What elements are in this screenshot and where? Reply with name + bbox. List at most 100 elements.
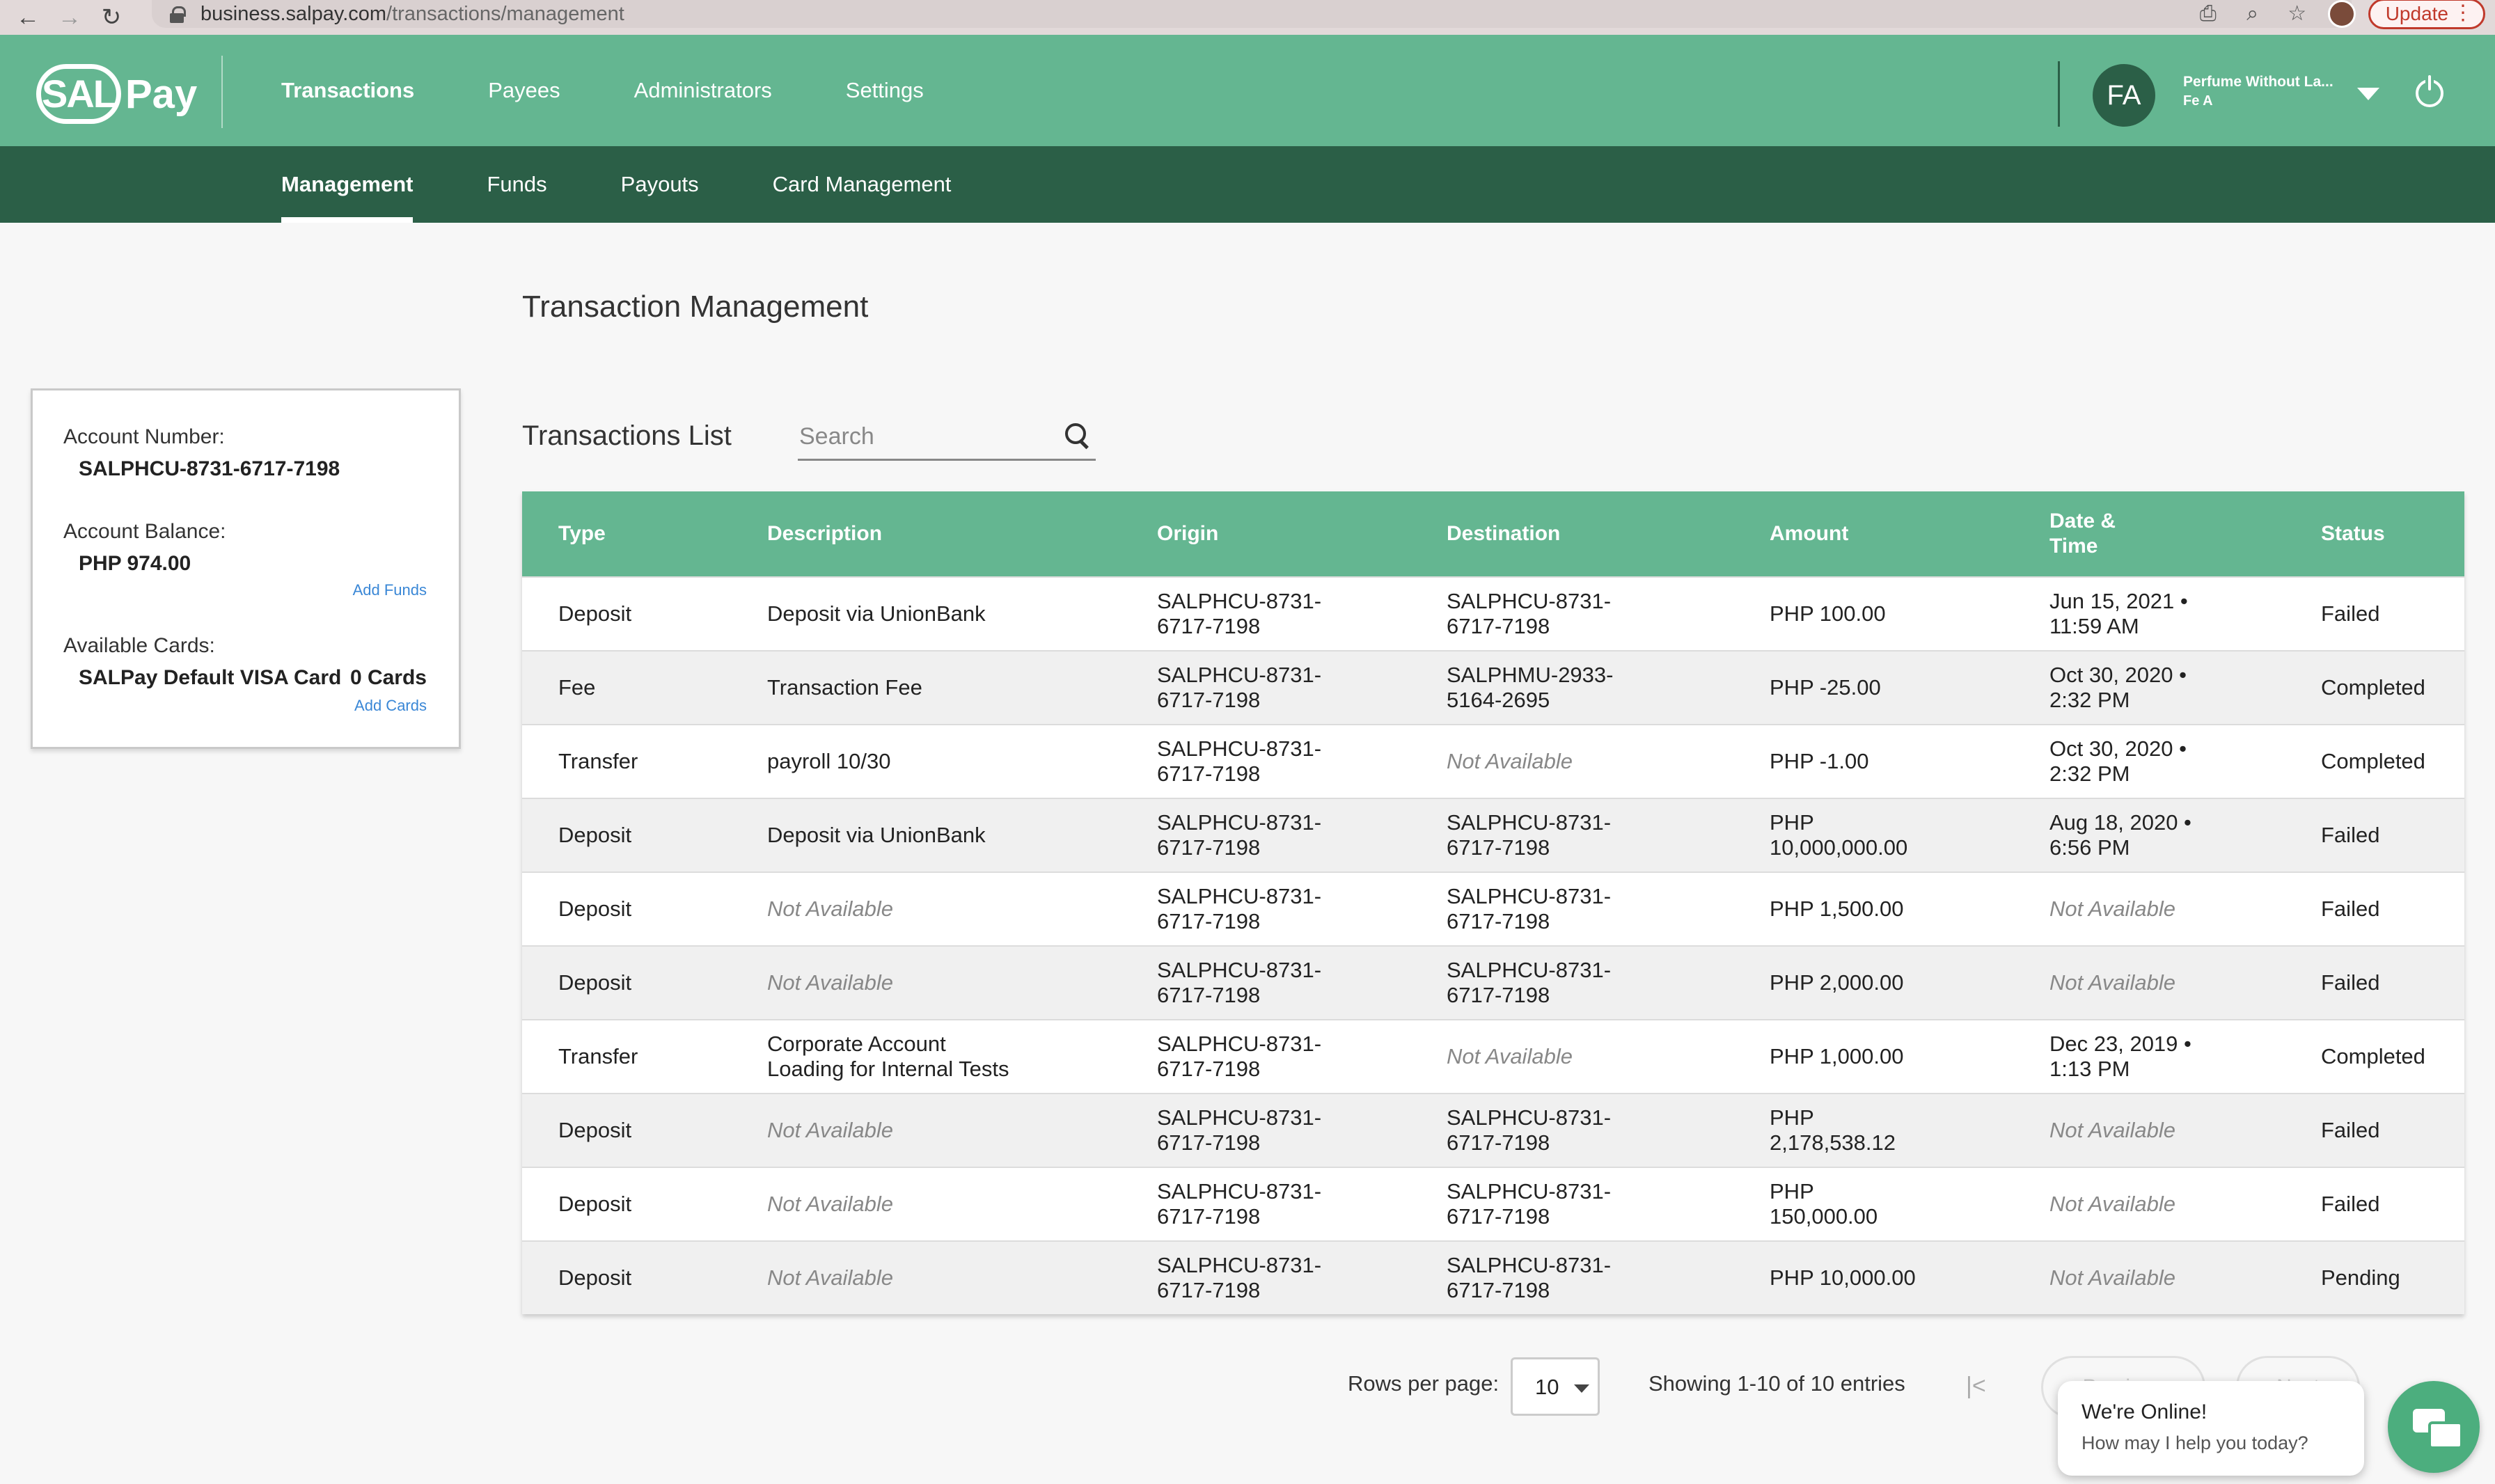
cell-date-time: Jun 15, 2021 • 11:59 AM — [2049, 589, 2188, 638]
update-button[interactable]: Update — [2368, 0, 2485, 29]
first-page-icon[interactable]: |< — [1966, 1373, 1986, 1400]
cell-status: Failed — [2321, 897, 2380, 921]
nav-payees[interactable]: Payees — [488, 78, 560, 103]
account-balance: PHP 974.00 — [79, 552, 191, 575]
cell-destination: SALPHMU-2933- 5164-2695 — [1447, 663, 1614, 712]
cell-date-time: Not Available — [2049, 1192, 2175, 1216]
add-funds-link[interactable]: Add Funds — [353, 581, 427, 599]
chevron-down-icon[interactable] — [2357, 88, 2379, 100]
card-count: 0 Cards — [349, 666, 427, 689]
forward-icon[interactable]: → — [56, 3, 84, 31]
tab-payouts[interactable]: Payouts — [621, 146, 699, 223]
col-status[interactable]: Status — [2321, 491, 2385, 576]
account-number-label: Account Number: — [63, 425, 225, 448]
chat-icon[interactable] — [2388, 1381, 2480, 1473]
rows-per-page-select[interactable]: 10 — [1511, 1357, 1600, 1416]
cell-origin: SALPHCU-8731- 6717-7198 — [1157, 1179, 1322, 1229]
showing-entries: Showing 1-10 of 10 entries — [1648, 1371, 1905, 1396]
address-bar[interactable]: business.salpay.com/transactions/managem… — [152, 0, 2352, 28]
col-destination[interactable]: Destination — [1447, 491, 1697, 576]
col-description[interactable]: Description — [767, 491, 1115, 576]
salpay-logo[interactable]: SAL Pay — [36, 64, 197, 124]
table-row[interactable]: Deposit Not Available SALPHCU-8731- 6717-7… — [522, 871, 2464, 945]
cell-type: Deposit — [558, 897, 632, 921]
col-date-time[interactable]: Date & Time — [2049, 491, 2258, 576]
tab-card-management[interactable]: Card Management — [773, 146, 952, 223]
table-row[interactable]: Deposit Deposit via UnionBank SALPHCU-8731… — [522, 798, 2464, 871]
cell-description: Not Available — [767, 1265, 893, 1290]
tab-management[interactable]: Management — [281, 146, 414, 223]
account-card: Account Number: SALPHCU-8731-6717-7198 A… — [31, 388, 461, 749]
page-title: Transaction Management — [522, 290, 869, 324]
cell-amount: PHP -1.00 — [1770, 749, 1869, 773]
cell-description: Not Available — [767, 1118, 893, 1142]
back-icon[interactable]: ← — [14, 3, 42, 31]
cell-description: Not Available — [767, 970, 893, 995]
cell-type: Deposit — [558, 601, 632, 626]
cell-origin: SALPHCU-8731- 6717-7198 — [1157, 663, 1322, 712]
profile-avatar-icon[interactable] — [2327, 0, 2356, 28]
sub-nav: Management Funds Payouts Card Management — [281, 146, 1025, 223]
nav-settings[interactable]: Settings — [846, 78, 924, 103]
cell-amount: PHP 150,000.00 — [1770, 1179, 1878, 1229]
nav-administrators[interactable]: Administrators — [634, 78, 772, 103]
table-row[interactable]: Fee Transaction Fee SALPHCU-8731- 6717-719… — [522, 650, 2464, 724]
search-input[interactable]: Search — [798, 418, 1096, 461]
table-row[interactable]: Transfer payroll 10/30 SALPHCU-8731- 6717-… — [522, 724, 2464, 798]
search-placeholder: Search — [799, 423, 874, 450]
cell-destination: SALPHCU-8731- 6717-7198 — [1447, 1105, 1612, 1155]
install-icon[interactable]: ⎙ — [2194, 0, 2222, 28]
search-icon[interactable] — [1065, 423, 1089, 447]
add-cards-link[interactable]: Add Cards — [354, 697, 427, 715]
cell-type: Deposit — [558, 1118, 632, 1142]
cell-description: Not Available — [767, 897, 893, 921]
user-avatar[interactable]: FA — [2093, 64, 2155, 127]
table-header: Type Description Origin Destination Amou… — [522, 491, 2464, 576]
col-type[interactable]: Type — [558, 491, 606, 576]
cell-status: Completed — [2321, 675, 2425, 700]
reload-icon[interactable]: ↻ — [97, 3, 125, 31]
cell-description: Deposit via UnionBank — [767, 823, 986, 847]
cell-status: Failed — [2321, 1118, 2380, 1142]
table-row[interactable]: Deposit Not Available SALPHCU-8731- 6717-7… — [522, 1240, 2464, 1314]
rows-per-page-value: 10 — [1535, 1375, 1559, 1399]
tab-funds[interactable]: Funds — [487, 146, 546, 223]
cell-description: Transaction Fee — [767, 675, 922, 700]
cell-status: Failed — [2321, 823, 2380, 847]
cell-origin: SALPHCU-8731- 6717-7198 — [1157, 1253, 1322, 1302]
nav-transactions[interactable]: Transactions — [281, 78, 414, 103]
cell-type: Deposit — [558, 1192, 632, 1216]
zoom-icon[interactable]: ⌕ — [2239, 0, 2267, 28]
power-icon[interactable] — [2416, 74, 2443, 107]
cell-destination: SALPHCU-8731- 6717-7198 — [1447, 884, 1612, 933]
lock-icon — [170, 6, 186, 23]
cell-origin: SALPHCU-8731- 6717-7198 — [1157, 736, 1322, 786]
user-name[interactable]: Perfume Without La... — [2183, 74, 2333, 90]
cell-destination: SALPHCU-8731- 6717-7198 — [1447, 958, 1612, 1007]
user-divider — [2058, 61, 2060, 127]
col-origin[interactable]: Origin — [1157, 491, 1408, 576]
available-cards-label: Available Cards: — [63, 634, 215, 657]
table-body: Deposit Deposit via UnionBank SALPHCU-8731… — [522, 576, 2464, 1314]
cell-amount: PHP 10,000,000.00 — [1770, 810, 1908, 860]
cell-destination: SALPHCU-8731- 6717-7198 — [1447, 1179, 1612, 1229]
table-row[interactable]: Deposit Deposit via UnionBank SALPHCU-8731… — [522, 576, 2464, 650]
cell-destination: Not Available — [1447, 1044, 1573, 1068]
cell-amount: PHP 2,178,538.12 — [1770, 1105, 1896, 1155]
cell-description: Corporate Account Loading for Internal T… — [767, 1032, 1009, 1081]
cell-type: Fee — [558, 675, 596, 700]
cell-amount: PHP 10,000.00 — [1770, 1265, 1916, 1290]
table-row[interactable]: Transfer Corporate Account Loading for In… — [522, 1019, 2464, 1093]
star-icon[interactable]: ☆ — [2283, 0, 2311, 28]
user-subtitle: Fe A — [2183, 93, 2213, 109]
cell-description: Not Available — [767, 1192, 893, 1216]
table-row[interactable]: Deposit Not Available SALPHCU-8731- 6717-7… — [522, 1167, 2464, 1240]
col-amount[interactable]: Amount — [1770, 491, 1978, 576]
transactions-table: Type Description Origin Destination Amou… — [522, 491, 2464, 1314]
table-row[interactable]: Deposit Not Available SALPHCU-8731- 6717-7… — [522, 945, 2464, 1019]
table-row[interactable]: Deposit Not Available SALPHCU-8731- 6717-7… — [522, 1093, 2464, 1167]
chat-prompt[interactable]: We're Online! How may I help you today? — [2058, 1381, 2364, 1476]
cell-destination: SALPHCU-8731- 6717-7198 — [1447, 1253, 1612, 1302]
cell-date-time: Oct 30, 2020 • 2:32 PM — [2049, 736, 2187, 786]
cell-amount: PHP 1,000.00 — [1770, 1044, 1904, 1068]
